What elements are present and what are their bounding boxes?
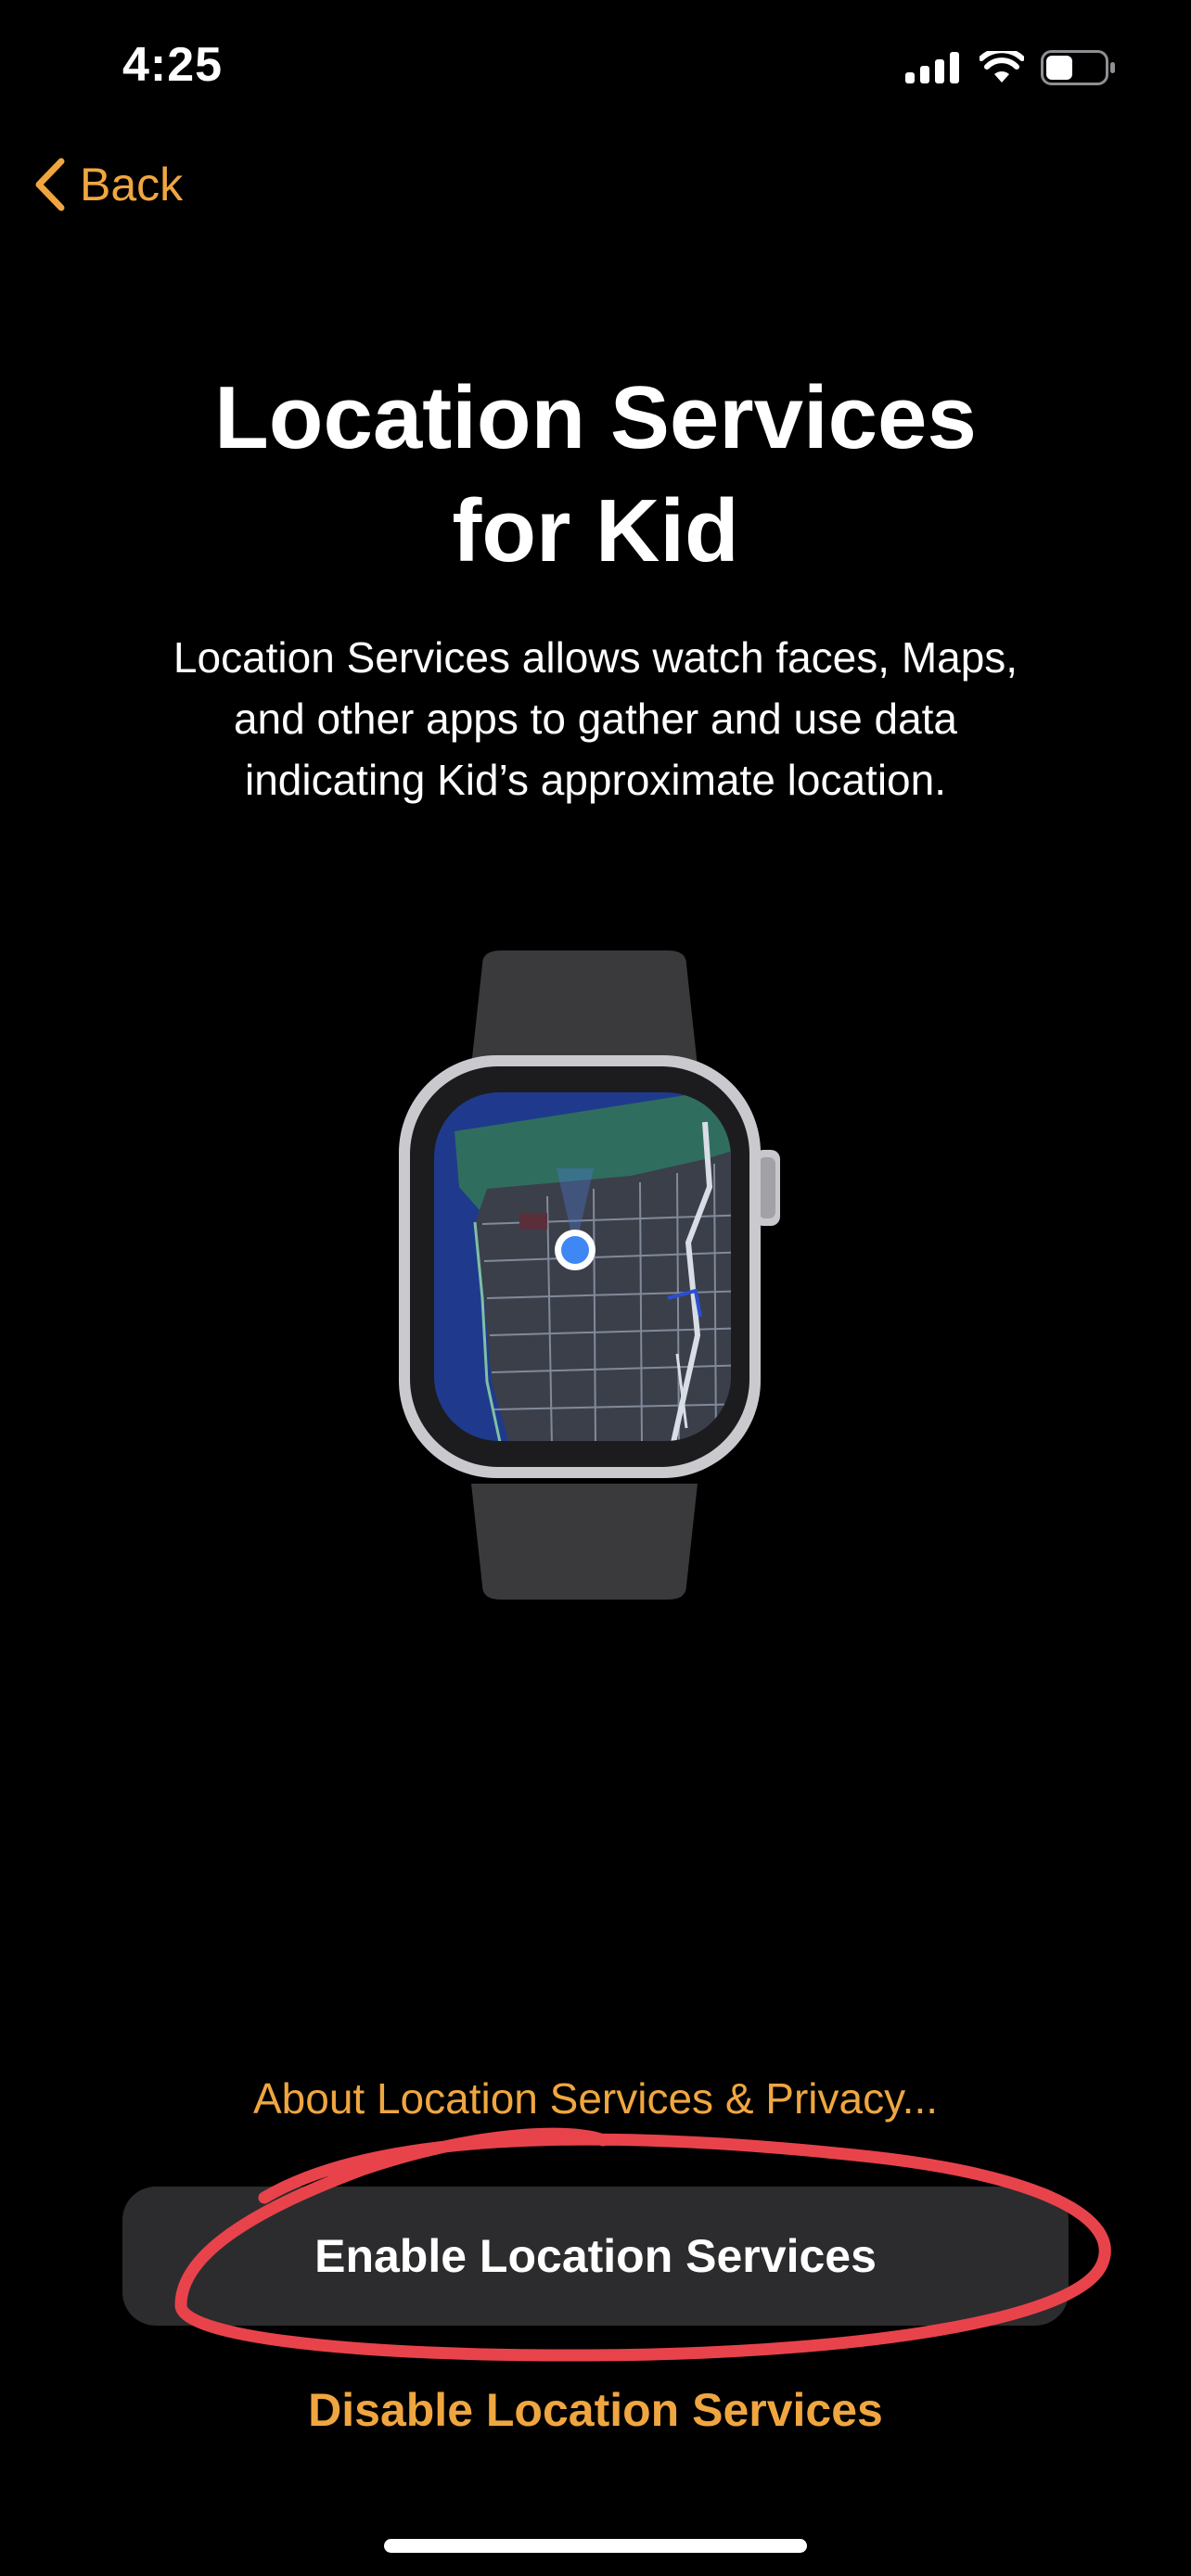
back-label: Back bbox=[80, 159, 184, 210]
apple-watch-map-icon bbox=[399, 950, 780, 1600]
home-indicator[interactable] bbox=[384, 2539, 807, 2553]
page-title: Location Services for Kid bbox=[0, 362, 1191, 588]
disable-location-link[interactable]: Disable Location Services bbox=[0, 2383, 1191, 2437]
battery-icon bbox=[1041, 50, 1115, 85]
description-line-1: Location Services allows watch faces, Ma… bbox=[173, 633, 1018, 682]
status-time: 4:25 bbox=[122, 38, 224, 92]
enable-location-button[interactable]: Enable Location Services bbox=[122, 2187, 1069, 2326]
description-line-3: indicating Kid’s approximate location. bbox=[244, 756, 947, 804]
page-title-line-1: Location Services bbox=[214, 368, 977, 467]
status-bar: 4:25 bbox=[0, 0, 1191, 130]
page-description: Location Services allows watch faces, Ma… bbox=[93, 627, 1098, 810]
back-button[interactable]: Back bbox=[33, 158, 183, 211]
cellular-signal-icon bbox=[905, 52, 959, 83]
wifi-icon bbox=[980, 51, 1024, 83]
chevron-left-icon bbox=[35, 158, 65, 211]
status-icons bbox=[905, 45, 1117, 91]
page-title-line-2: for Kid bbox=[452, 481, 739, 580]
description-line-2: and other apps to gather and use data bbox=[233, 695, 958, 743]
privacy-link[interactable]: About Location Services & Privacy... bbox=[0, 2073, 1191, 2123]
